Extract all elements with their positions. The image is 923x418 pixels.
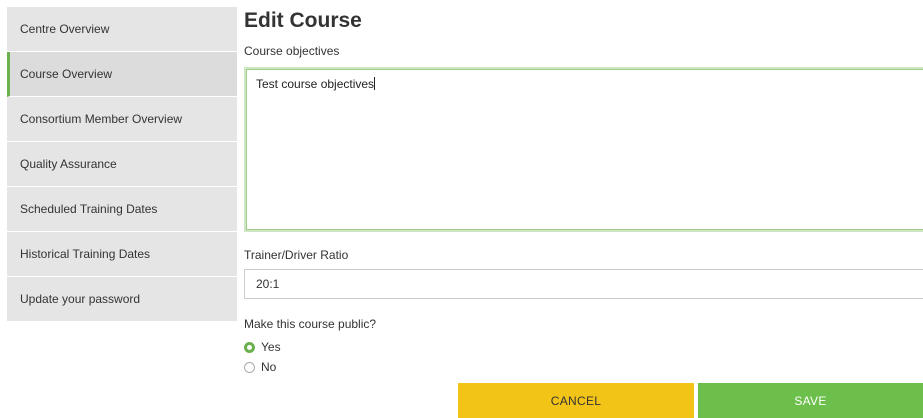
sidebar-item-label: Quality Assurance [20,157,117,171]
sidebar-item-label: Centre Overview [20,22,110,36]
text-cursor [374,77,376,90]
sidebar-item-centre-overview[interactable]: Centre Overview [7,7,237,52]
edit-course-form: Edit Course Course objectives Test cours… [244,7,923,374]
sidebar-item-label: Historical Training Dates [20,247,151,261]
save-button[interactable]: SAVE [698,383,923,418]
sidebar-item-consortium-member-overview[interactable]: Consortium Member Overview [7,97,237,142]
page-title: Edit Course [244,9,362,32]
course-objectives-textarea[interactable]: Test course objectives [244,67,923,232]
sidebar: Centre Overview Course Overview Consorti… [7,7,237,322]
trainer-driver-ratio-label: Trainer/Driver Ratio [244,248,349,262]
sidebar-item-label: Consortium Member Overview [20,112,183,126]
sidebar-item-label: Course Overview [20,67,113,81]
public-yes-option[interactable]: Yes [244,340,281,354]
public-yes-label: Yes [261,340,281,354]
sidebar-item-quality-assurance[interactable]: Quality Assurance [7,142,237,187]
cancel-button[interactable]: CANCEL [458,383,694,418]
public-no-label: No [261,360,277,374]
sidebar-item-historical-training-dates[interactable]: Historical Training Dates [7,232,237,277]
public-no-option[interactable]: No [244,360,276,374]
radio-checked-icon[interactable] [244,341,255,353]
trainer-driver-ratio-input[interactable]: 20:1 [244,269,923,299]
make-public-label: Make this course public? [244,317,377,331]
sidebar-item-label: Update your password [20,292,141,306]
sidebar-item-label: Scheduled Training Dates [20,202,158,216]
trainer-driver-ratio-value: 20:1 [256,277,280,291]
sidebar-item-update-password[interactable]: Update your password [7,277,237,322]
sidebar-item-course-overview[interactable]: Course Overview [7,52,237,97]
course-objectives-value: Test course objectives [256,77,375,91]
sidebar-item-scheduled-training-dates[interactable]: Scheduled Training Dates [7,187,237,232]
radio-unchecked-icon[interactable] [244,361,255,373]
course-objectives-label: Course objectives [244,44,340,58]
